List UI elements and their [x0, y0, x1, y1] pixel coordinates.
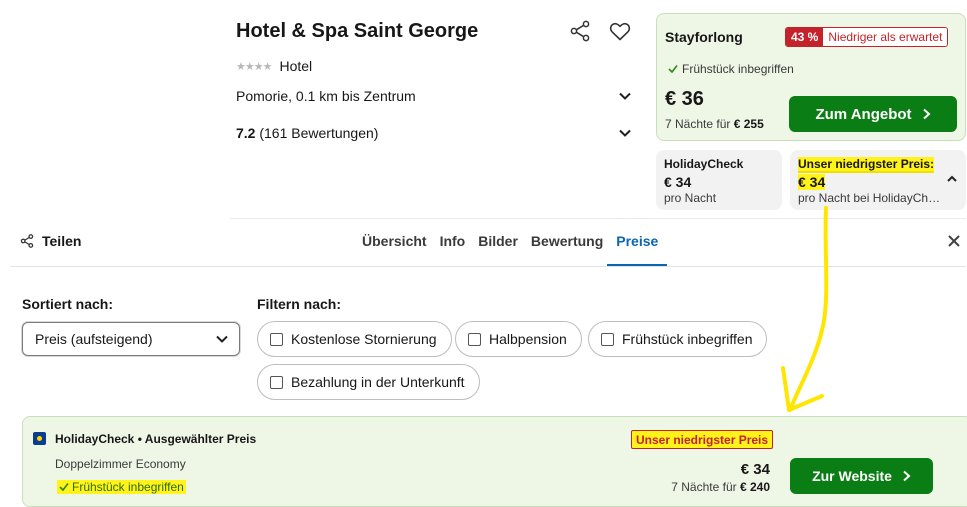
- share-icon: [20, 234, 34, 248]
- discount-text: Niedriger als erwartet: [823, 28, 948, 46]
- tab-uebersicht[interactable]: Übersicht: [362, 233, 427, 266]
- sort-label: Sortiert nach:: [22, 296, 114, 312]
- result-provider: HolidayCheck • Ausgewählter Preis: [55, 432, 257, 446]
- holidaycheck-logo-icon: [33, 432, 46, 445]
- compare-left-sub: pro Nacht: [664, 191, 717, 205]
- offer-price: € 36: [665, 88, 704, 110]
- zur-website-button[interactable]: Zur Website: [790, 458, 933, 494]
- compare-card-holidaycheck[interactable]: HolidayCheck € 34 pro Nacht: [656, 150, 782, 210]
- filter-kostenlose-stornierung[interactable]: Kostenlose Stornierung: [257, 321, 452, 357]
- filter-label: Filtern nach:: [257, 296, 342, 312]
- result-nights: 7 Nächte für € 240: [640, 480, 770, 494]
- filter-option-label: Bezahlung in der Unterkunft: [291, 374, 465, 390]
- compare-left-title: HolidayCheck: [664, 157, 744, 171]
- compare-left-price: € 34: [664, 174, 692, 190]
- offer-nights: 7 Nächte für € 255: [665, 117, 764, 131]
- tab-bar: Übersicht Info Bilder Bewertung Preise: [362, 233, 668, 266]
- close-icon[interactable]: [946, 233, 962, 249]
- filter-option-label: Frühstück inbegriffen: [622, 331, 753, 347]
- chevron-right-icon: [922, 108, 931, 120]
- tab-preise[interactable]: Preise: [607, 233, 668, 266]
- location-label: Pomorie, 0.1 km bis Zentrum: [236, 88, 416, 104]
- rating-summary: 7.2 (161 Bewertungen): [236, 125, 378, 141]
- compare-right-price: € 34: [798, 174, 826, 190]
- chevron-down-icon: [216, 335, 228, 343]
- hotel-name: Hotel & Spa Saint George: [236, 20, 479, 42]
- result-price: € 34: [740, 461, 770, 478]
- result-room-type: Doppelzimmer Economy: [55, 457, 186, 471]
- rating-score: 7.2: [236, 125, 256, 141]
- checkbox[interactable]: [601, 332, 614, 346]
- chevron-down-icon: [619, 92, 631, 100]
- compare-card-lowest[interactable]: Unser niedrigster Preis: € 34 pro Nacht …: [790, 150, 966, 210]
- tab-bewertung[interactable]: Bewertung: [531, 233, 603, 266]
- filter-bezahlung-unterkunft[interactable]: Bezahlung in der Unterkunft: [257, 364, 480, 400]
- filter-option-label: Halbpension: [489, 331, 567, 347]
- sort-select[interactable]: Preis (aufsteigend): [22, 322, 240, 356]
- zum-angebot-button[interactable]: Zum Angebot: [789, 96, 957, 132]
- offer-breakfast-label: Frühstück inbegriffen: [682, 62, 794, 76]
- rating-row[interactable]: 7.2 (161 Bewertungen): [236, 125, 632, 141]
- hotel-category: ★★★★ Hotel: [236, 58, 312, 74]
- filter-fruehstueck[interactable]: Frühstück inbegriffen: [588, 321, 768, 357]
- offer-breakfast: Frühstück inbegriffen: [668, 62, 794, 76]
- checkbox[interactable]: [270, 375, 283, 389]
- check-icon: [59, 483, 69, 492]
- star-rating-icon: ★★★★: [236, 60, 272, 73]
- chevron-right-icon: [903, 470, 911, 482]
- offer-nights-total: € 255: [733, 117, 764, 131]
- result-breakfast-label: Frühstück inbegriffen: [72, 480, 184, 494]
- checkbox[interactable]: [270, 332, 283, 346]
- location-row[interactable]: Pomorie, 0.1 km bis Zentrum: [236, 88, 632, 104]
- result-nights-prefix: 7 Nächte für: [671, 480, 737, 494]
- divider: [10, 266, 966, 267]
- favorite-heart-icon[interactable]: [608, 19, 632, 43]
- share-label: Teilen: [42, 233, 82, 249]
- compare-right-title: Unser niedrigster Preis:: [798, 157, 935, 173]
- result-breakfast: Frühstück inbegriffen: [57, 480, 186, 494]
- rating-count: (161 Bewertungen): [259, 125, 379, 141]
- filter-option-label: Kostenlose Stornierung: [291, 331, 437, 347]
- share-button[interactable]: Teilen: [20, 233, 81, 249]
- discount-badge: 43 % Niedriger als erwartet: [785, 27, 949, 47]
- divider: [230, 218, 966, 219]
- chevron-up-icon[interactable]: [946, 173, 958, 185]
- checkbox[interactable]: [468, 332, 481, 346]
- hotel-category-label: Hotel: [279, 58, 313, 74]
- result-nights-total: € 240: [739, 480, 770, 494]
- tab-info[interactable]: Info: [440, 233, 466, 266]
- sort-selected-value: Preis (aufsteigend): [35, 331, 153, 347]
- zur-website-label: Zur Website: [812, 468, 892, 484]
- lowest-price-badge: Unser niedrigster Preis: [631, 430, 774, 449]
- chevron-down-icon: [619, 129, 631, 137]
- offer-nights-prefix: 7 Nächte für: [665, 117, 731, 131]
- share-icon[interactable]: [569, 20, 591, 42]
- discount-percent: 43 %: [786, 28, 824, 46]
- filter-halbpension[interactable]: Halbpension: [455, 321, 582, 357]
- zum-angebot-label: Zum Angebot: [815, 105, 912, 123]
- compare-right-sub: pro Nacht bei HolidayCh…: [798, 191, 941, 205]
- check-icon: [668, 65, 678, 74]
- offer-provider: Stayforlong: [665, 29, 743, 45]
- tab-bilder[interactable]: Bilder: [478, 233, 518, 266]
